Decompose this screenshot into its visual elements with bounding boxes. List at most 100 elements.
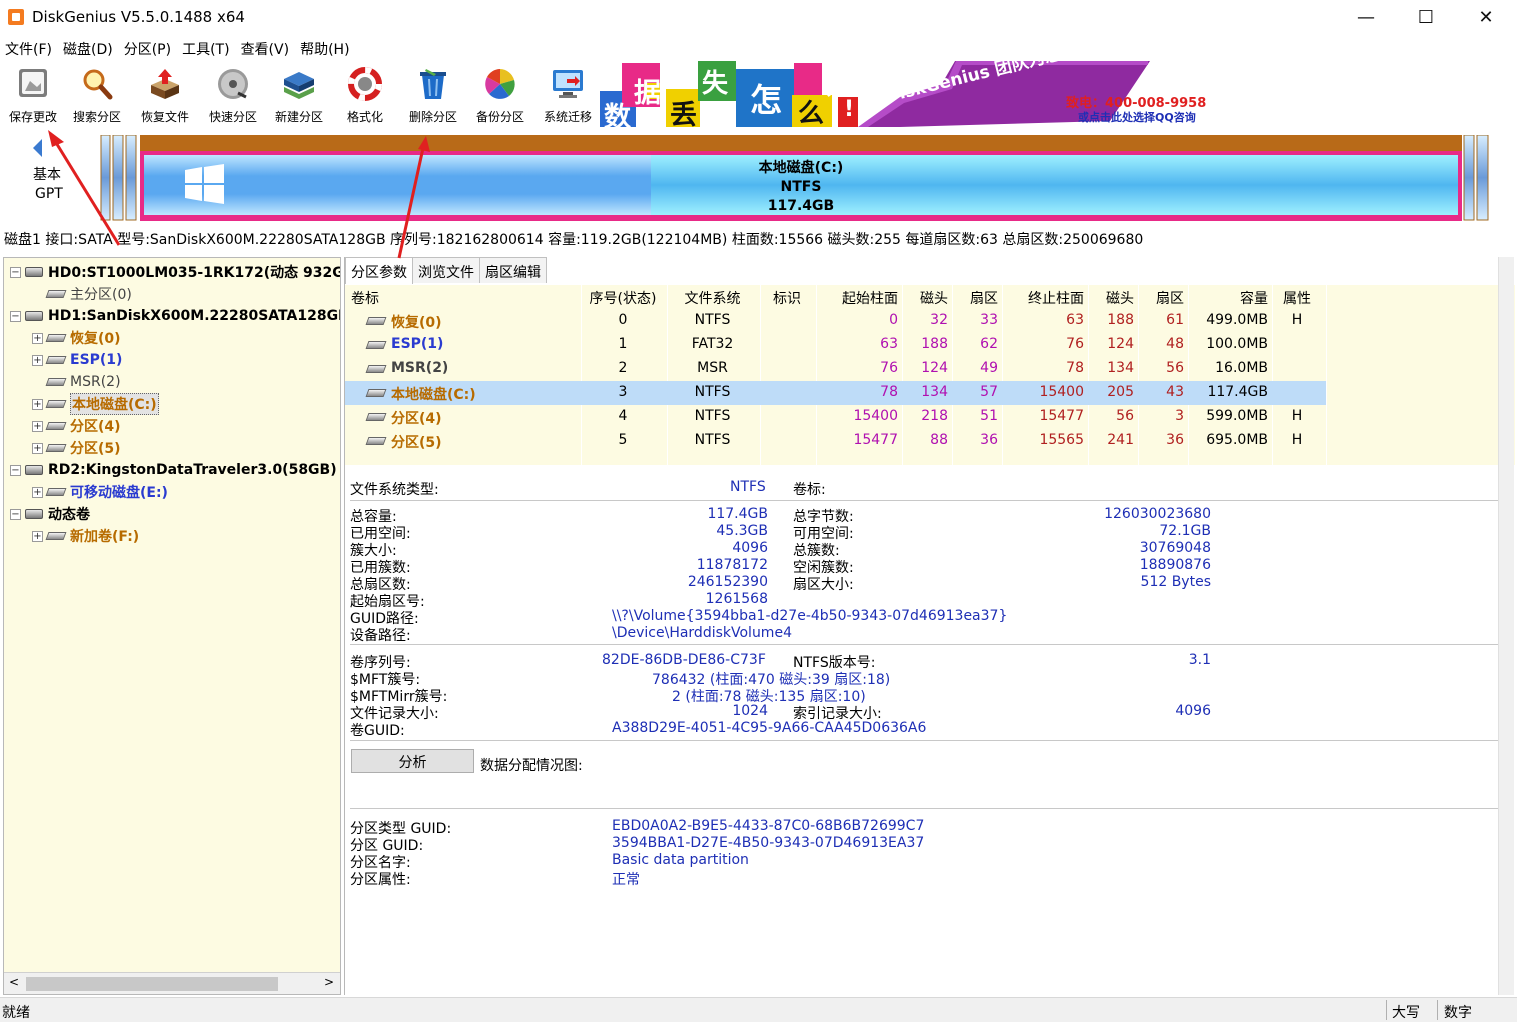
system-migration-button[interactable]: 系统迁移	[535, 61, 601, 127]
tree-node-label: 分区(4)	[70, 419, 121, 435]
close-button[interactable]: ✕	[1456, 0, 1516, 34]
scroll-right-icon[interactable]: >	[324, 975, 334, 989]
menu-partition[interactable]: 分区(P)	[119, 36, 177, 60]
collapse-icon[interactable]: −	[10, 266, 21, 278]
tree-node[interactable]: − HD1:SanDiskX600M.22280SATA128GB	[10, 306, 340, 326]
column-header[interactable]: 容量	[1190, 288, 1268, 308]
disk-tree[interactable]: − HD0:ST1000LM035-1RK172(动态 932GB) 主分区(0) −…	[3, 257, 341, 995]
menu-view[interactable]: 查看(V)	[236, 36, 296, 60]
table-row[interactable]: 分区(5) 5 NTFS 15477 88 36 15565 241 36 695.0MB H	[345, 429, 1515, 453]
minimize-button[interactable]: —	[1336, 0, 1396, 34]
device-path-label: 设备路径:	[350, 628, 411, 644]
column-header[interactable]: 扇区	[1140, 288, 1184, 308]
expand-icon[interactable]: +	[32, 332, 43, 344]
search-icon	[83, 69, 113, 100]
analyze-button[interactable]: 分析	[351, 749, 474, 773]
tree-node[interactable]: + 新加卷(F:)	[32, 526, 139, 546]
menu-help[interactable]: 帮助(H)	[295, 36, 355, 60]
table-cell: 36	[980, 432, 998, 448]
guid-path-value: \\?\Volume{3594bba1-d27e-4b50-9343-07d46…	[612, 608, 1008, 624]
collapse-icon[interactable]: −	[10, 508, 21, 520]
table-cell: 188	[921, 336, 948, 352]
column-header[interactable]: 序号(状态)	[583, 288, 663, 308]
column-header[interactable]: 磁头	[904, 288, 948, 308]
expand-icon[interactable]: +	[32, 420, 43, 432]
status-divider	[1386, 1000, 1387, 1020]
tree-node[interactable]: − RD2:KingstonDataTraveler3.0(58GB)	[10, 460, 337, 480]
delete-partition-button[interactable]: 删除分区	[400, 61, 466, 127]
title-bar[interactable]: DiskGenius V5.5.0.1488 x64 — ☐ ✕	[0, 0, 1517, 34]
recover-files-button[interactable]: 恢复文件	[132, 61, 198, 127]
window-title: DiskGenius V5.5.0.1488 x64	[32, 8, 245, 26]
partition-details-panel: 分区参数 浏览文件 扇区编辑 卷标 序号(状态) 文件系统 标识 起始柱面 磁头 扇区 终止柱…	[344, 257, 1515, 995]
tree-node[interactable]: + 分区(4)	[32, 416, 121, 436]
expand-icon[interactable]: +	[32, 530, 43, 542]
new-partition-button[interactable]: 新建分区	[266, 61, 332, 127]
table-row[interactable]: MSR(2) 2 MSR 76 124 49 78 134 56 16.0MB	[345, 357, 1515, 381]
menu-file[interactable]: 文件(F)	[0, 36, 58, 60]
prev-disk-icon[interactable]	[33, 139, 42, 157]
tree-node[interactable]: + 分区(5)	[32, 438, 121, 458]
format-button[interactable]: 格式化	[332, 61, 398, 127]
tree-node[interactable]: + 可移动磁盘(E:)	[32, 482, 168, 502]
column-header[interactable]: 终止柱面	[1004, 288, 1084, 308]
search-partition-button[interactable]: 搜索分区	[64, 61, 130, 127]
tree-node[interactable]: MSR(2)	[32, 372, 121, 392]
tab-partition-params[interactable]: 分区参数	[345, 257, 413, 284]
table-cell: 57	[980, 384, 998, 400]
table-row[interactable]: ESP(1) 1 FAT32 63 188 62 76 124 48 100.0MB	[345, 333, 1515, 357]
status-text: 就绪	[2, 1005, 30, 1021]
column-header[interactable]: 卷标	[351, 288, 577, 308]
column-header[interactable]: 扇区	[954, 288, 998, 308]
expand-icon[interactable]: +	[32, 486, 43, 498]
banner-char: 么	[798, 99, 825, 127]
table-cell: 78	[1066, 360, 1084, 376]
table-cell: FAT32	[691, 336, 734, 352]
vertical-scrollbar[interactable]	[1498, 257, 1514, 995]
table-row[interactable]: 本地磁盘(C:) 3 NTFS 78 134 57 15400 205 43 117.4GB	[345, 381, 1326, 405]
expand-icon[interactable]: +	[32, 442, 43, 454]
maximize-button[interactable]: ☐	[1396, 0, 1456, 34]
table-cell: 36	[1166, 432, 1184, 448]
tree-node[interactable]: + 恢复(0)	[32, 328, 121, 348]
column-header[interactable]: 文件系统	[669, 288, 756, 308]
start-sector-value: 1261568	[705, 591, 768, 607]
expand-icon[interactable]: +	[32, 354, 43, 366]
banner-char: 丢	[670, 100, 697, 127]
menu-tools[interactable]: 工具(T)	[177, 36, 235, 60]
tree-node[interactable]: + 本地磁盘(C:)	[32, 393, 159, 415]
toolbar-label: 删除分区	[408, 110, 457, 124]
scroll-thumb[interactable]	[26, 977, 278, 991]
tab-sector-edit[interactable]: 扇区编辑	[479, 257, 547, 283]
delete-icon	[420, 69, 446, 99]
scroll-left-icon[interactable]: <	[9, 975, 19, 989]
support-banner[interactable]: 数 据 丢 失 怎 么 办 ! DiskGenius 团队为您服务 致电：400…	[600, 61, 1211, 127]
menu-disk[interactable]: 磁盘(D)	[58, 36, 119, 60]
backup-partition-button[interactable]: 备份分区	[467, 61, 533, 127]
tree-node-label: 新加卷(F:)	[70, 529, 140, 545]
tree-node[interactable]: − HD0:ST1000LM035-1RK172(动态 932GB)	[10, 262, 340, 282]
table-row[interactable]: 分区(4) 4 NTFS 15400 218 51 15477 56 3 599.0MB H	[345, 405, 1515, 429]
table-cell: 61	[1166, 312, 1184, 328]
collapse-icon[interactable]: −	[10, 310, 21, 322]
tab-browse-files[interactable]: 浏览文件	[412, 257, 480, 283]
disk-partition-bar[interactable]: 本地磁盘(C:) NTFS 117.4GB	[100, 134, 1490, 222]
expand-icon[interactable]: +	[32, 398, 43, 410]
tree-horizontal-scrollbar[interactable]: < >	[4, 972, 340, 994]
volume-serial-value: 82DE-86DB-DE86-C73F	[602, 652, 766, 668]
tree-node[interactable]: 主分区(0)	[32, 284, 132, 304]
table-row[interactable]: 恢复(0) 0 NTFS 0 32 33 63 188 61 499.0MB H	[345, 309, 1515, 333]
column-header[interactable]: 起始柱面	[818, 288, 898, 308]
tree-node[interactable]: − 动态卷	[10, 504, 90, 524]
banner-char: 据	[634, 78, 661, 109]
banner-qq-link[interactable]: 或点击此处选择QQ咨询	[1078, 109, 1196, 125]
column-header[interactable]: 属性	[1274, 288, 1320, 308]
hard-disk-icon	[25, 267, 43, 277]
column-header[interactable]: 标识	[762, 288, 812, 308]
column-header[interactable]: 磁头	[1090, 288, 1134, 308]
table-cell: 43	[1166, 384, 1184, 400]
tree-node[interactable]: + ESP(1)	[32, 350, 122, 370]
quick-partition-button[interactable]: 快速分区	[200, 61, 266, 127]
save-changes-button[interactable]: 保存更改	[0, 61, 66, 127]
collapse-icon[interactable]: −	[10, 464, 21, 476]
